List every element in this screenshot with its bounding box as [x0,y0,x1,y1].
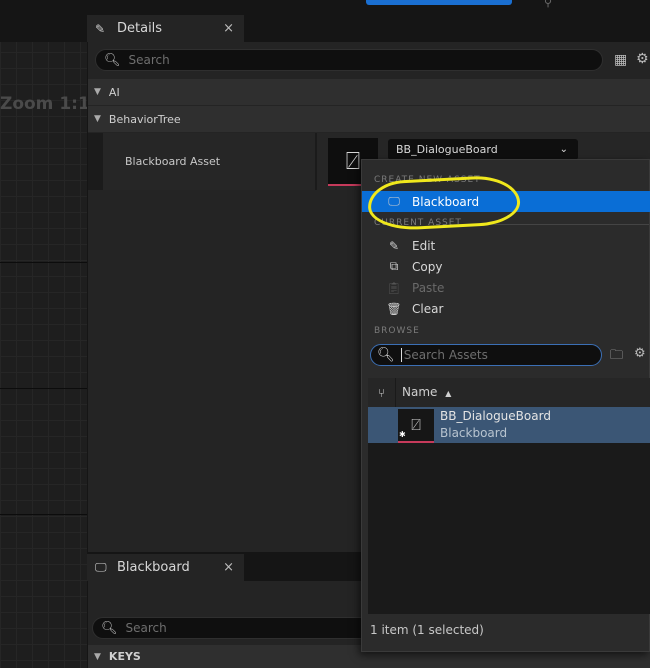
pencil-icon: ✎ [388,238,400,253]
details-search-placeholder: Search [128,53,170,67]
property-name: Blackboard Asset [103,133,315,190]
toolbar-active-button[interactable] [366,0,512,5]
asset-list-row[interactable]: ⍁ ✱ BB_DialogueBoard Blackboard [368,407,650,443]
graph-grid-line [0,262,87,263]
graph-grid-line [0,514,87,515]
paste-icon: 📋︎ [386,280,402,295]
category-keys-label: KEYS [108,650,141,663]
copy-icon: ⧉ [389,259,399,273]
zoom-label: Zoom 1:1 [0,94,87,114]
category-ai[interactable]: ▼ AI [88,79,650,105]
blackboard-icon: 🖵 [95,560,107,574]
tab-blackboard[interactable]: 🖵 Blackboard × [87,554,244,581]
menu-item-label: Paste [412,280,445,295]
asset-picker-value: BB_DialogueBoard [396,143,498,156]
asset-picker-combo[interactable]: BB_DialogueBoard ⌄ [388,139,578,160]
blackboard-search-placeholder: Search [125,621,167,635]
category-ai-label: AI [108,85,120,99]
category-behavior-tree-label: BehaviorTree [108,112,181,126]
blackboard-icon: ⍁ [345,147,361,175]
menu-item-label: Copy [412,259,443,274]
graph-grid-line [0,388,87,389]
asset-list-header: ⑂ Name ▲ [368,378,650,407]
trash-icon: 🗑︎ [386,301,402,316]
menu-item-edit[interactable]: ✎ Edit [362,235,650,256]
category-behavior-tree[interactable]: ▼ BehaviorTree [88,106,650,132]
table-view-icon[interactable]: ▦ [614,52,627,68]
details-search-input[interactable]: 🔍︎ Search [95,49,603,71]
gear-icon[interactable]: ⚙ [634,346,646,361]
text-caret [400,348,402,362]
section-browse: BROWSE [374,326,420,336]
column-header-name[interactable]: Name ▲ [402,385,451,399]
collapse-arrow-icon: ▼ [94,87,101,97]
gear-icon[interactable]: ⚙ [636,51,649,67]
asset-search-placeholder: Search Assets [403,348,488,362]
toolbar-icon[interactable]: ⚲ [544,0,552,9]
graph-canvas[interactable]: Zoom 1:1 [0,42,87,668]
star-icon: ✱ [399,430,406,439]
column-header-label: Name [402,385,438,399]
blackboard-icon: ⍁ [411,415,421,434]
sort-ascending-icon: ▲ [445,389,452,398]
menu-item-paste[interactable]: 📋︎ Paste [362,277,650,298]
asset-count-status: 1 item (1 selected) [370,623,484,637]
asset-name: BB_DialogueBoard [440,409,551,423]
tab-details[interactable]: ✎ Details × [87,15,244,42]
asset-picker-menu: CREATE NEW ASSET 🖵 Blackboard CURRENT AS… [361,159,650,652]
tab-blackboard-label: Blackboard [117,560,190,575]
asset-type: Blackboard [440,426,508,440]
branch-icon[interactable]: ⑂ [368,378,396,407]
close-icon[interactable]: × [223,21,234,36]
search-icon: 🔍︎ [101,620,118,636]
asset-search-input[interactable]: 🔍︎ Search Assets [370,344,602,366]
blackboard-search-input[interactable]: 🔍︎ Search [92,617,392,639]
asset-list: ⑂ Name ▲ ⍁ ✱ BB_DialogueBoard Blackboard [368,378,650,614]
top-toolbar: ⚲ [0,0,650,15]
collapse-arrow-icon: ▼ [94,651,101,662]
pencil-icon: ✎ [95,21,106,36]
search-icon: 🔍︎ [104,52,121,68]
close-icon[interactable]: × [223,560,234,575]
collapse-arrow-icon: ▼ [94,114,101,124]
tab-details-label: Details [117,21,163,36]
chevron-down-icon: ⌄ [559,144,568,155]
menu-item-label: Edit [412,238,436,253]
menu-item-label: Clear [412,301,444,316]
menu-item-copy[interactable]: ⧉ Copy [362,256,650,277]
search-icon: 🔍︎ [377,347,395,363]
menu-item-clear[interactable]: 🗑︎ Clear [362,298,650,319]
folder-icon[interactable]: 🗀 [610,346,623,368]
